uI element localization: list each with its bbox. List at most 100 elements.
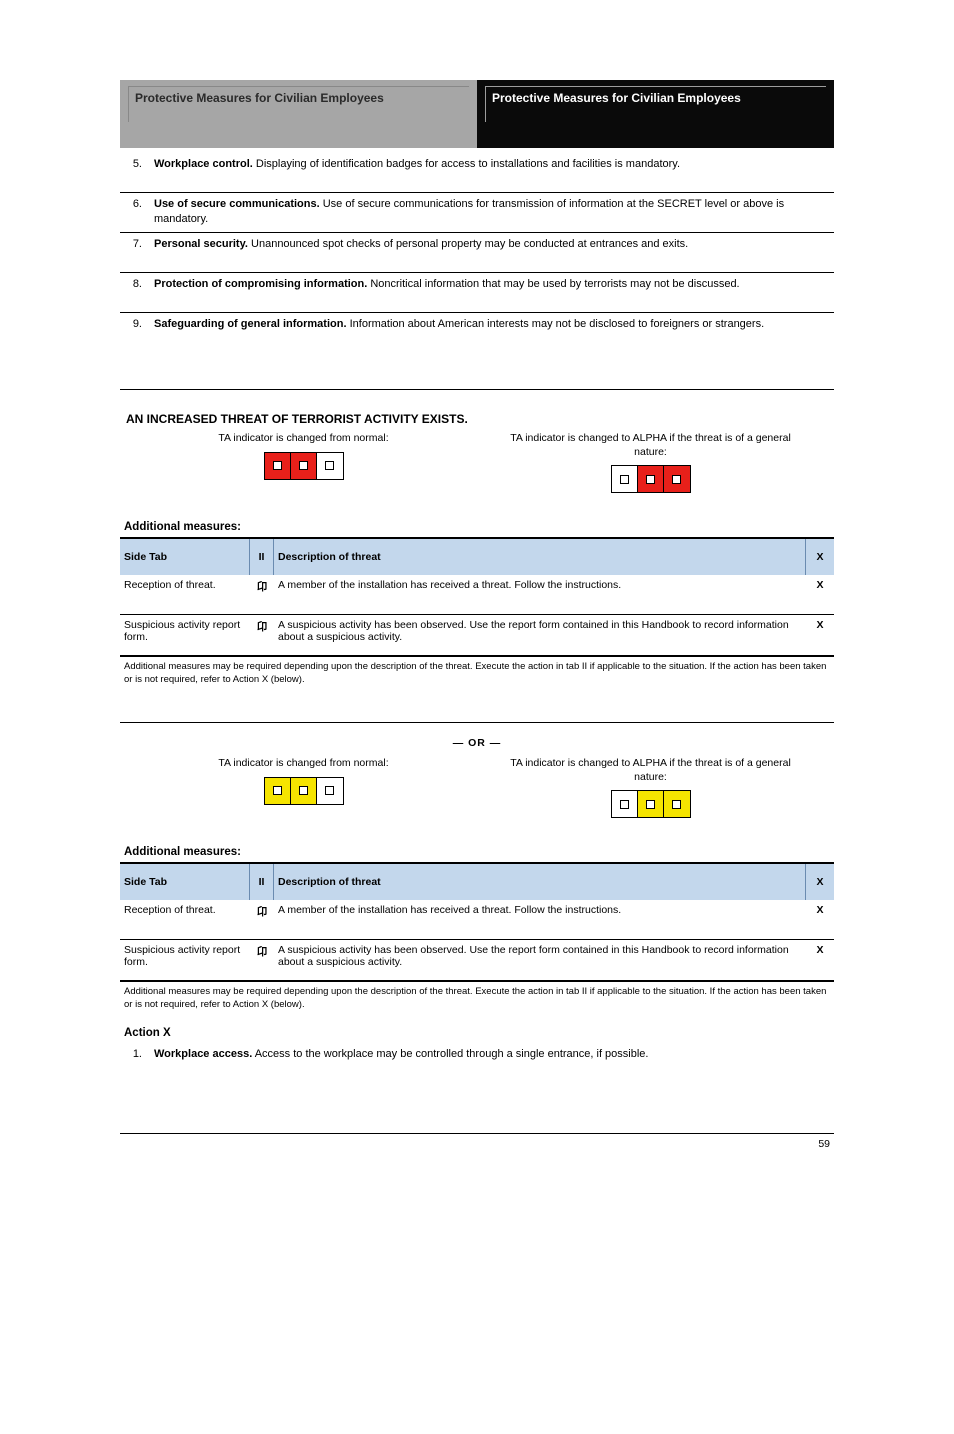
rule-number: 9.	[120, 317, 148, 351]
th-ii: II	[250, 864, 274, 900]
section-heading: AN INCREASED THREAT OF TERRORIST ACTIVIT…	[126, 412, 834, 426]
rule-body: Information about American interests may…	[350, 318, 765, 330]
rule-label: Use of secure communications.	[154, 198, 320, 210]
table-row: Suspicious activity report form. 卬 A sus…	[120, 615, 834, 655]
indicator-left: TA indicator is changed from normal:	[160, 757, 447, 805]
rule-label: Protection of compromising information.	[154, 278, 367, 290]
tab-right-label: Protective Measures for Civilian Employe…	[485, 86, 826, 122]
rule-label: Workplace access.	[154, 1048, 252, 1060]
rules-list: 5. Workplace control. Displaying of iden…	[120, 153, 834, 353]
action-x-row: 1. Workplace access. Access to the workp…	[120, 1043, 834, 1083]
rule-label: Personal security.	[154, 238, 248, 250]
indicator-right: TA indicator is changed to ALPHA if the …	[507, 757, 794, 818]
table-footnote-b: Additional measures may be required depe…	[120, 986, 834, 1011]
indicator-row-yellow: TA indicator is changed from normal: TA …	[120, 757, 834, 818]
indicator-box-yellow	[265, 778, 291, 804]
rule-body: Access to the workplace may be controlle…	[255, 1048, 649, 1060]
table-header: Side Tab II Description of threat X	[120, 864, 834, 900]
dot-icon	[299, 786, 308, 795]
th-side: Side Tab	[120, 864, 250, 900]
indicator-box-red	[638, 466, 664, 492]
cell-side: Suspicious activity report form.	[120, 942, 250, 978]
indicator-left-caption: TA indicator is changed from normal:	[160, 757, 447, 771]
indicator-box-white	[612, 791, 638, 817]
indicator-left: TA indicator is changed from normal:	[160, 432, 447, 480]
dot-icon	[325, 786, 334, 795]
cell-side: Reception of threat.	[120, 577, 250, 612]
dot-icon	[672, 475, 681, 484]
section-divider	[120, 389, 834, 390]
indicator-box-white	[317, 453, 343, 479]
indicator-boxes-right	[611, 465, 691, 493]
indicator-box-red	[664, 466, 690, 492]
or-separator: — OR —	[120, 737, 834, 749]
indicator-right: TA indicator is changed to ALPHA if the …	[507, 432, 794, 493]
rule-row: 8. Protection of compromising informatio…	[120, 273, 834, 313]
indicator-box-white	[612, 466, 638, 492]
tab-left-label: Protective Measures for Civilian Employe…	[128, 86, 469, 122]
rule-number: 6.	[120, 197, 148, 230]
dot-icon	[325, 461, 334, 470]
indicator-row-red: TA indicator is changed from normal: TA …	[120, 432, 834, 493]
dot-icon	[620, 475, 629, 484]
rule-number: 8.	[120, 277, 148, 310]
dot-icon	[273, 461, 282, 470]
dot-icon	[299, 461, 308, 470]
cell-threat: A suspicious activity has been observed.…	[274, 617, 806, 653]
cell-act: X	[806, 902, 834, 937]
rule-body: Unannounced spot checks of personal prop…	[251, 238, 688, 250]
table-row: Reception of threat. 卬 A member of the i…	[120, 900, 834, 940]
section-divider	[120, 722, 834, 723]
dot-icon	[273, 786, 282, 795]
th-threat: Description of threat	[274, 864, 806, 900]
action-x-heading: Action X	[124, 1027, 834, 1039]
table-header: Side Tab II Description of threat X	[120, 539, 834, 575]
cell-side: Reception of threat.	[120, 902, 250, 937]
th-threat: Description of threat	[274, 539, 806, 575]
tab-left: Protective Measures for Civilian Employe…	[120, 80, 477, 148]
th-act: X	[806, 864, 834, 900]
indicator-right-caption: TA indicator is changed to ALPHA if the …	[507, 432, 794, 459]
header-tabs: Protective Measures for Civilian Employe…	[120, 80, 834, 148]
page-number: 59	[120, 1134, 834, 1150]
dot-icon	[672, 800, 681, 809]
indicator-box-yellow	[664, 791, 690, 817]
subhead-additional-b: Additional measures:	[124, 846, 834, 858]
rule-row: 9. Safeguarding of general information. …	[120, 313, 834, 353]
indicator-right-caption: TA indicator is changed to ALPHA if the …	[507, 757, 794, 784]
indicator-boxes-right	[611, 790, 691, 818]
page-root: Protective Measures for Civilian Employe…	[0, 0, 954, 1210]
rule-row: 6. Use of secure communications. Use of …	[120, 193, 834, 233]
table-footnote-a: Additional measures may be required depe…	[120, 661, 834, 686]
dot-icon	[646, 800, 655, 809]
rule-number: 1.	[120, 1047, 148, 1081]
cell-threat: A member of the installation has receive…	[274, 577, 806, 612]
rule-number: 5.	[120, 157, 148, 190]
table-row: Reception of threat. 卬 A member of the i…	[120, 575, 834, 615]
rule-row: 5. Workplace control. Displaying of iden…	[120, 153, 834, 193]
subhead-additional-a: Additional measures:	[124, 521, 834, 533]
cell-side: Suspicious activity report form.	[120, 617, 250, 653]
cell-act: X	[806, 577, 834, 612]
dot-icon	[620, 800, 629, 809]
threat-table-b: Side Tab II Description of threat X Rece…	[120, 862, 834, 982]
indicator-left-caption: TA indicator is changed from normal:	[160, 432, 447, 446]
indicator-box-white	[317, 778, 343, 804]
th-ii: II	[250, 539, 274, 575]
rule-number: 7.	[120, 237, 148, 270]
rule-body: Displaying of identification badges for …	[256, 158, 680, 170]
cell-ii-icon: 卬	[250, 902, 274, 937]
indicator-box-yellow	[291, 778, 317, 804]
dot-icon	[646, 475, 655, 484]
rule-body: Noncritical information that may be used…	[370, 278, 739, 290]
indicator-box-red	[265, 453, 291, 479]
tab-right: Protective Measures for Civilian Employe…	[477, 80, 834, 148]
th-side: Side Tab	[120, 539, 250, 575]
table-row: Suspicious activity report form. 卬 A sus…	[120, 940, 834, 980]
cell-ii-icon: 卬	[250, 577, 274, 612]
cell-threat: A member of the installation has receive…	[274, 902, 806, 937]
indicator-box-yellow	[638, 791, 664, 817]
indicator-boxes-left	[264, 777, 344, 805]
indicator-box-red	[291, 453, 317, 479]
cell-act: X	[806, 617, 834, 653]
